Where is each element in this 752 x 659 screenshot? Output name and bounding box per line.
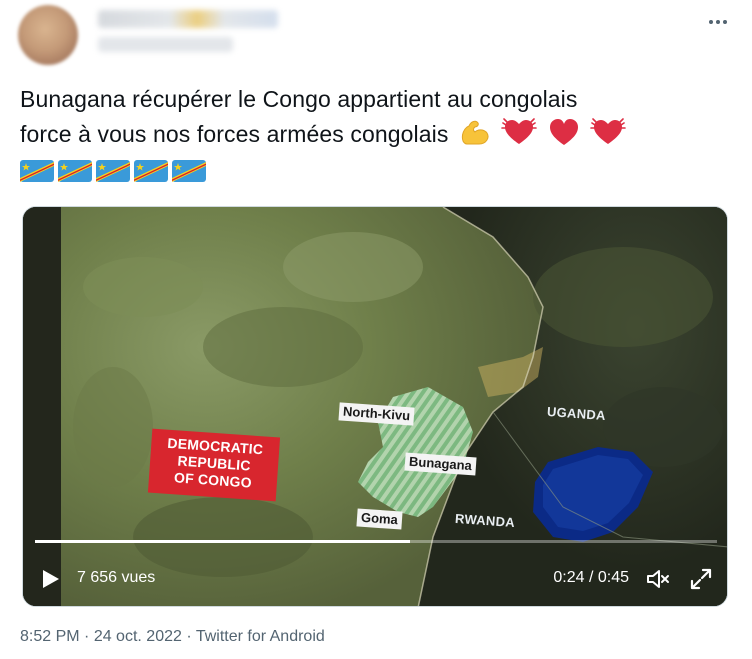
play-icon[interactable] [39, 568, 61, 590]
drc-flag-icon [134, 160, 168, 182]
drc-flag-icon [20, 160, 54, 182]
video-progress-bar[interactable] [35, 540, 717, 543]
tweet-text: Bunagana récupérer le Congo appartient a… [20, 84, 730, 150]
map-label-drc: DEMOCRATIC REPUBLIC OF CONGO [147, 428, 281, 502]
video-player[interactable]: North-Kivu Bunagana Goma UGANDA RWANDA D… [22, 206, 728, 607]
tweet-source[interactable]: Twitter for Android [196, 628, 325, 645]
drc-flag-icon [58, 160, 92, 182]
avatar[interactable] [18, 5, 78, 65]
beating-heart-icon [501, 118, 538, 144]
beating-heart-icon [590, 118, 627, 144]
volume-muted-icon[interactable] [645, 567, 671, 591]
video-controls: 7 656 vues 0:24 / 0:45 [23, 557, 727, 601]
handle-redacted[interactable] [98, 37, 233, 52]
tweet-text-line2: force à vous nos forces armées congolais [20, 115, 730, 150]
red-heart-icon [549, 119, 578, 145]
video-progress-fill [35, 540, 411, 543]
flexed-biceps-icon [461, 120, 489, 145]
tweet-date[interactable]: 24 oct. 2022 [94, 628, 182, 645]
fullscreen-icon[interactable] [689, 567, 713, 591]
tweet-time[interactable]: 8:52 PM [20, 628, 80, 645]
drc-flag-icon [172, 160, 206, 182]
video-time: 0:24 / 0:45 [553, 569, 629, 586]
more-options-button[interactable] [706, 12, 730, 32]
flag-emoji-row [20, 158, 206, 184]
display-name-redacted[interactable] [98, 10, 278, 28]
more-icon [709, 20, 713, 24]
drc-flag-icon [96, 160, 130, 182]
tweet: Bunagana récupérer le Congo appartient a… [0, 0, 752, 659]
map-label-goma: Goma [356, 508, 403, 530]
tweet-text-line1: Bunagana récupérer le Congo appartient a… [20, 86, 578, 112]
view-count: 7 656 vues [77, 569, 156, 586]
tweet-metadata: 8:52 PM · 24 oct. 2022 · Twitter for And… [20, 628, 325, 645]
